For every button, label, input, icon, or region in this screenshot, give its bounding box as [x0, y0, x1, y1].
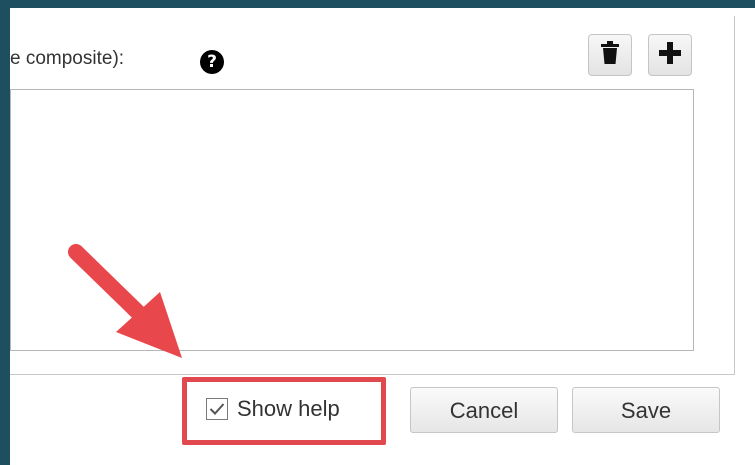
dialog: e composite): ? Show help Cancel Save: [10, 8, 755, 465]
delete-button[interactable]: [588, 34, 632, 76]
window-left-border: [0, 0, 10, 465]
plus-icon: [658, 41, 682, 70]
checkmark-icon: [209, 403, 225, 415]
show-help-toggle[interactable]: Show help: [206, 394, 340, 424]
cancel-button[interactable]: Cancel: [410, 387, 558, 433]
field-label: e composite):: [10, 48, 125, 69]
help-icon[interactable]: ?: [200, 50, 224, 74]
window-top-border: [0, 0, 755, 8]
add-button[interactable]: [648, 34, 692, 76]
trash-icon: [599, 40, 621, 70]
annotation-arrow-icon: [68, 244, 182, 358]
show-help-checkbox[interactable]: [206, 398, 228, 420]
show-help-label: Show help: [237, 396, 340, 421]
save-button[interactable]: Save: [572, 387, 720, 433]
